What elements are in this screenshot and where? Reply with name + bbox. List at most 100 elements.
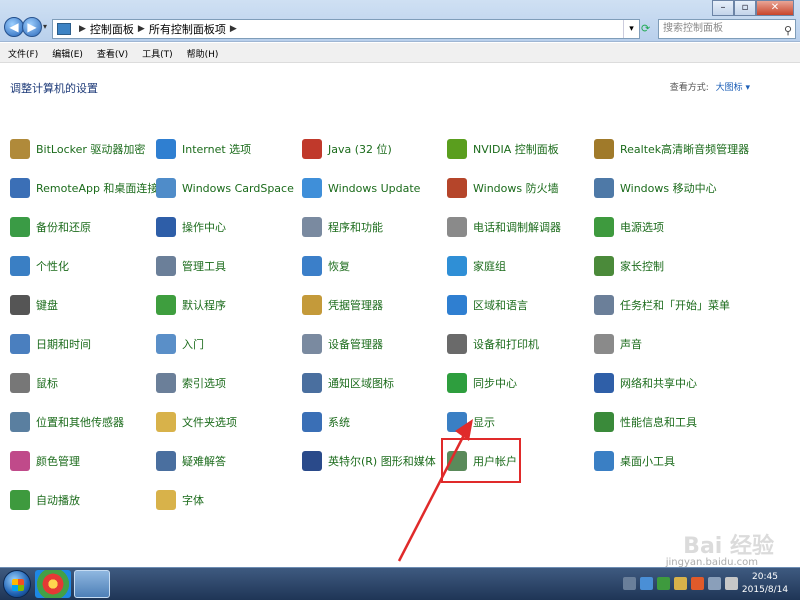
control-panel-item[interactable]: 颜色管理 bbox=[10, 449, 154, 473]
address-dropdown-icon[interactable]: ▾ bbox=[623, 20, 639, 38]
control-panel-item[interactable]: 自动播放 bbox=[10, 488, 154, 512]
menu-file[interactable]: 文件(F) bbox=[4, 43, 42, 62]
breadcrumb-separator-icon[interactable]: ▶ bbox=[79, 24, 86, 34]
control-panel-item-label: Windows Update bbox=[328, 181, 421, 195]
control-panel-item[interactable]: NVIDIA 控制面板 bbox=[447, 137, 591, 161]
index-icon bbox=[156, 373, 176, 393]
menu-view[interactable]: 查看(V) bbox=[93, 43, 132, 62]
view-by-dropdown[interactable]: 大图标 ▾ bbox=[716, 83, 750, 93]
control-panel-item[interactable]: 同步中心 bbox=[447, 371, 591, 395]
control-panel-item[interactable]: 恢复 bbox=[302, 254, 446, 278]
start-button[interactable] bbox=[3, 570, 31, 598]
control-panel-item-label: 电源选项 bbox=[620, 221, 664, 234]
control-panel-item[interactable]: RemoteApp 和桌面连接 bbox=[10, 176, 158, 200]
recovery-icon bbox=[302, 256, 322, 276]
power-icon bbox=[594, 217, 614, 237]
control-panel-item[interactable]: Windows 防火墙 bbox=[447, 176, 591, 200]
default-programs-icon bbox=[156, 295, 176, 315]
tray-flag-icon[interactable] bbox=[674, 577, 687, 590]
control-panel-item-label: 显示 bbox=[473, 416, 495, 429]
firewall-icon bbox=[447, 178, 467, 198]
control-panel-item[interactable]: 凭据管理器 bbox=[302, 293, 446, 317]
taskbar-control-panel-app[interactable] bbox=[74, 570, 110, 598]
control-panel-item[interactable]: 家长控制 bbox=[594, 254, 738, 278]
control-panel-item[interactable]: 默认程序 bbox=[156, 293, 300, 317]
menu-tools[interactable]: 工具(T) bbox=[138, 43, 177, 62]
tray-shield-icon[interactable] bbox=[657, 577, 670, 590]
control-panel-item[interactable]: Windows 移动中心 bbox=[594, 176, 738, 200]
forward-button[interactable]: ▶ bbox=[22, 17, 42, 37]
close-button[interactable]: ✕ bbox=[756, 0, 794, 16]
menu-help[interactable]: 帮助(H) bbox=[183, 43, 223, 62]
breadcrumb-all-items[interactable]: 所有控制面板项 bbox=[149, 21, 226, 37]
control-panel-item[interactable]: Internet 选项 bbox=[156, 137, 300, 161]
back-button[interactable]: ◀ bbox=[4, 17, 24, 37]
taskbar-clock[interactable]: 20:45 2015/8/14 bbox=[738, 571, 792, 597]
control-panel-item[interactable]: 文件夹选项 bbox=[156, 410, 300, 434]
region-icon bbox=[447, 295, 467, 315]
control-panel-item[interactable]: 性能信息和工具 bbox=[594, 410, 738, 434]
tray-help-icon[interactable] bbox=[640, 577, 653, 590]
control-panel-item-label: 管理工具 bbox=[182, 260, 226, 273]
control-panel-item[interactable]: 声音 bbox=[594, 332, 738, 356]
control-panel-item[interactable]: 键盘 bbox=[10, 293, 154, 317]
control-panel-item[interactable]: 区域和语言 bbox=[447, 293, 591, 317]
control-panel-item[interactable]: 通知区域图标 bbox=[302, 371, 446, 395]
control-panel-item[interactable]: 设备管理器 bbox=[302, 332, 446, 356]
recent-pages-dropdown[interactable]: ▾ bbox=[43, 22, 47, 31]
refresh-button[interactable]: ⟳ bbox=[641, 19, 655, 39]
control-panel-item[interactable]: 电话和调制解调器 bbox=[447, 215, 591, 239]
control-panel-item[interactable]: 日期和时间 bbox=[10, 332, 154, 356]
control-panel-item[interactable]: 鼠标 bbox=[10, 371, 154, 395]
address-bar[interactable]: ▶ 控制面板 ▶ 所有控制面板项 ▶ ▾ bbox=[52, 19, 640, 39]
control-panel-item[interactable]: Java (32 位) bbox=[302, 137, 446, 161]
control-panel-item[interactable]: Realtek高清晰音频管理器 bbox=[594, 137, 749, 161]
control-panel-item[interactable]: 家庭组 bbox=[447, 254, 591, 278]
menu-edit[interactable]: 编辑(E) bbox=[48, 43, 87, 62]
control-panel-item[interactable]: 设备和打印机 bbox=[447, 332, 591, 356]
control-panel-item[interactable]: 备份和还原 bbox=[10, 215, 154, 239]
control-panel-item[interactable]: Windows Update bbox=[302, 176, 446, 200]
breadcrumb-control-panel[interactable]: 控制面板 bbox=[90, 21, 134, 37]
control-panel-item[interactable]: 管理工具 bbox=[156, 254, 300, 278]
troubleshoot-icon bbox=[156, 451, 176, 471]
phone-icon bbox=[447, 217, 467, 237]
control-panel-item-label: 默认程序 bbox=[182, 299, 226, 312]
update-icon bbox=[302, 178, 322, 198]
search-placeholder: 搜索控制面板 bbox=[663, 23, 723, 34]
control-panel-item[interactable]: 网络和共享中心 bbox=[594, 371, 738, 395]
minimize-button[interactable]: – bbox=[712, 0, 734, 16]
control-panel-item-label: 设备管理器 bbox=[328, 338, 383, 351]
parental-icon bbox=[594, 256, 614, 276]
device-manager-icon bbox=[302, 334, 322, 354]
control-panel-item[interactable]: 电源选项 bbox=[594, 215, 738, 239]
control-panel-item[interactable]: 入门 bbox=[156, 332, 300, 356]
control-panel-item[interactable]: 程序和功能 bbox=[302, 215, 446, 239]
tray-network-icon[interactable] bbox=[708, 577, 721, 590]
control-panel-item-label: 自动播放 bbox=[36, 494, 80, 507]
control-panel-item-label: 电话和调制解调器 bbox=[473, 221, 561, 234]
search-icon[interactable]: ⚲ bbox=[784, 22, 792, 40]
control-panel-item[interactable]: 个性化 bbox=[10, 254, 154, 278]
fonts-icon bbox=[156, 490, 176, 510]
breadcrumb-separator-icon[interactable]: ▶ bbox=[138, 24, 145, 34]
control-panel-item[interactable]: 操作中心 bbox=[156, 215, 300, 239]
taskbar-chrome-app[interactable] bbox=[35, 570, 71, 598]
tray-volume-icon[interactable] bbox=[725, 577, 738, 590]
control-panel-item[interactable]: BitLocker 驱动器加密 bbox=[10, 137, 154, 161]
control-panel-item-label: 设备和打印机 bbox=[473, 338, 539, 351]
maximize-button[interactable]: ▫ bbox=[734, 0, 756, 16]
control-panel-item[interactable]: 索引选项 bbox=[156, 371, 300, 395]
mouse-icon bbox=[10, 373, 30, 393]
control-panel-item[interactable]: Windows CardSpace bbox=[156, 176, 300, 200]
control-panel-item[interactable]: 桌面小工具 bbox=[594, 449, 738, 473]
breadcrumb-separator-icon[interactable]: ▶ bbox=[230, 24, 237, 34]
control-panel-item[interactable]: 字体 bbox=[156, 488, 300, 512]
control-panel-item[interactable]: 位置和其他传感器 bbox=[10, 410, 154, 434]
control-panel-item[interactable]: 任务栏和「开始」菜单 bbox=[594, 293, 738, 317]
tray-app-icon[interactable] bbox=[691, 577, 704, 590]
tray-keyboard-icon[interactable] bbox=[623, 577, 636, 590]
search-input[interactable]: 搜索控制面板 ⚲ bbox=[658, 19, 796, 39]
system-tray bbox=[623, 577, 738, 590]
control-panel-item[interactable]: 疑难解答 bbox=[156, 449, 300, 473]
